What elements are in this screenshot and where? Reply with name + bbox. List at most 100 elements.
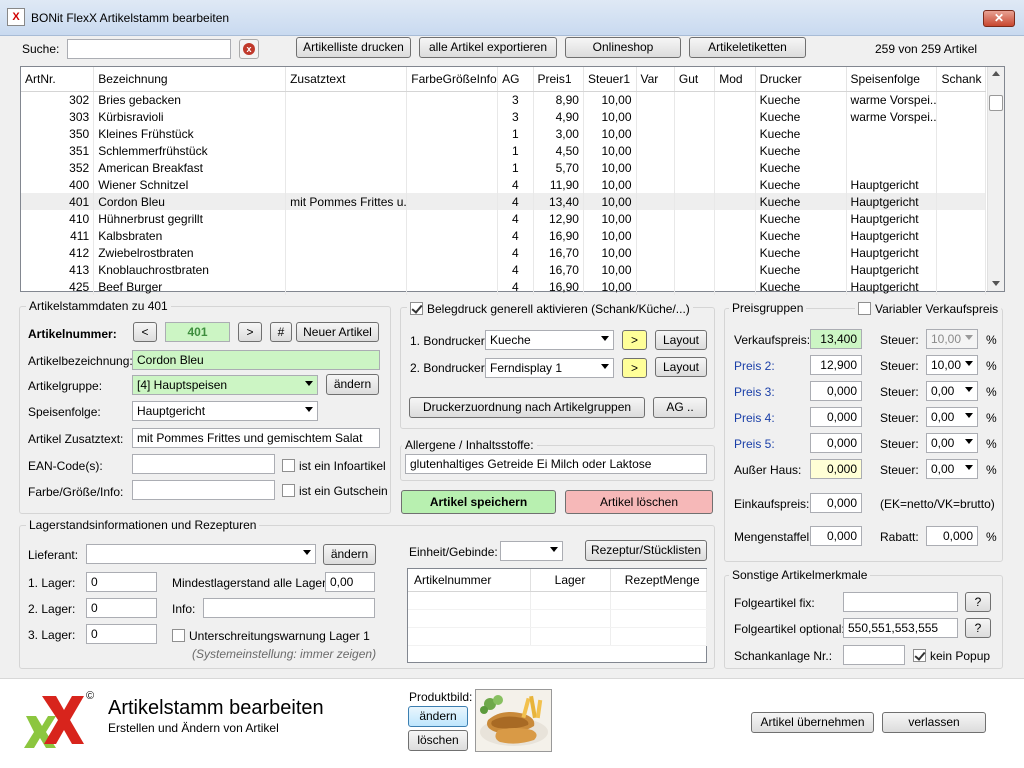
table-cell[interactable]: Kueche (755, 176, 847, 193)
table-cell[interactable]: Hühnerbrust gegrillt (93, 210, 287, 227)
table-cell[interactable] (674, 159, 716, 176)
table-cell[interactable] (674, 278, 716, 295)
table-cell[interactable] (936, 142, 986, 159)
table-cell[interactable]: 10,00 (583, 261, 637, 278)
table-cell[interactable]: Zwiebelrostbraten (93, 244, 287, 261)
table-cell[interactable] (285, 176, 408, 193)
steuer-select-5[interactable]: 0,00 (926, 433, 978, 453)
ek-field[interactable]: 0,000 (810, 493, 862, 513)
table-cell[interactable] (714, 108, 756, 125)
apply-article-button[interactable]: Artikel übernehmen (751, 712, 874, 733)
table-cell[interactable] (406, 159, 499, 176)
table-cell[interactable]: 4 (497, 227, 534, 244)
col-header[interactable]: Zusatztext (285, 67, 408, 92)
scroll-down-icon[interactable] (992, 281, 1000, 286)
table-cell[interactable] (674, 142, 716, 159)
lager2-field[interactable]: 0 (86, 598, 157, 618)
bon1-layout-button[interactable]: Layout (655, 330, 707, 350)
folge-opt-field[interactable]: 550,551,553,555 (843, 618, 958, 638)
table-cell[interactable] (636, 91, 675, 108)
delete-article-button[interactable]: Artikel löschen (565, 490, 713, 514)
table-cell[interactable] (636, 210, 675, 227)
col-header[interactable]: ArtNr. (21, 67, 95, 92)
col-header[interactable]: Var (636, 67, 675, 92)
table-row[interactable]: 302 Bries gebacken 3 8,90 10,00 Kueche warme V… (21, 91, 986, 108)
prev-article-button[interactable]: < (133, 322, 157, 342)
steuer-select-3[interactable]: 0,00 (926, 381, 978, 401)
table-cell[interactable]: Kueche (755, 125, 847, 142)
table-cell[interactable] (674, 125, 716, 142)
table-cell[interactable]: 16,70 (533, 261, 584, 278)
col-header[interactable]: Drucker (755, 67, 847, 92)
col-header[interactable]: AG (497, 67, 534, 92)
table-cell[interactable] (936, 278, 986, 295)
table-cell[interactable] (674, 176, 716, 193)
table-cell[interactable]: mit Pommes Frittes u... (285, 193, 408, 210)
new-article-button[interactable]: Neuer Artikel (296, 322, 379, 342)
ausser-haus-field[interactable]: 0,000 (810, 459, 862, 479)
table-cell[interactable]: 10,00 (583, 108, 637, 125)
table-cell[interactable] (406, 125, 499, 142)
info-article-checkbox[interactable]: ist ein Infoartikel (282, 458, 386, 473)
search-input[interactable] (67, 39, 231, 59)
table-cell[interactable] (714, 91, 756, 108)
col-header[interactable]: FarbeGrößeInfo (406, 67, 499, 92)
table-row[interactable]: 425 Beef Burger 4 16,90 10,00 Kueche Hauptgeri… (21, 278, 986, 295)
table-cell[interactable] (936, 193, 986, 210)
table-cell[interactable]: 16,90 (533, 278, 584, 295)
p3-label[interactable]: Preis 3: (734, 385, 775, 399)
group-select[interactable]: [4] Hauptspeisen (132, 375, 318, 395)
table-cell[interactable]: 410 (21, 210, 95, 227)
table-cell[interactable]: Kueche (755, 278, 847, 295)
mengen-field[interactable]: 0,000 (810, 526, 862, 546)
col-header[interactable]: Mod (714, 67, 756, 92)
table-cell[interactable] (714, 159, 756, 176)
table-cell[interactable] (936, 244, 986, 261)
table-cell[interactable] (636, 142, 675, 159)
variable-price-checkbox[interactable]: Variabler Verkaufspreis (855, 301, 1002, 316)
bon2-layout-button[interactable]: Layout (655, 357, 707, 377)
table-cell[interactable]: 412 (21, 244, 95, 261)
table-cell[interactable] (674, 244, 716, 261)
table-cell[interactable] (406, 91, 499, 108)
table-row[interactable]: 411 Kalbsbraten 4 16,90 10,00 Kueche Hauptgeri… (21, 227, 986, 244)
p5-field[interactable]: 0,000 (810, 433, 862, 453)
checkbox-box[interactable] (172, 629, 185, 643)
table-cell[interactable] (714, 261, 756, 278)
recipe-table[interactable]: Artikelnummer Lager RezeptMenge (407, 568, 707, 663)
checkbox-box[interactable] (282, 459, 295, 473)
table-cell[interactable]: Kueche (755, 210, 847, 227)
table-cell[interactable]: 16,70 (533, 244, 584, 261)
labels-button[interactable]: Artikeletiketten (689, 37, 806, 58)
ean-field[interactable] (132, 454, 275, 474)
p4-field[interactable]: 0,000 (810, 407, 862, 427)
scroll-thumb[interactable] (989, 95, 1003, 111)
table-cell[interactable]: 350 (21, 125, 95, 142)
table-cell[interactable] (846, 142, 938, 159)
table-cell[interactable]: Kueche (755, 261, 847, 278)
table-row[interactable]: 303 Kürbisravioli 3 4,90 10,00 Kueche warme Vo… (21, 108, 986, 125)
table-cell[interactable]: 3,00 (533, 125, 584, 142)
table-cell[interactable]: Kueche (755, 142, 847, 159)
table-cell[interactable] (674, 193, 716, 210)
leave-button[interactable]: verlassen (882, 712, 986, 733)
table-cell[interactable]: 4 (497, 278, 534, 295)
table-cell[interactable] (406, 210, 499, 227)
grid-scrollbar[interactable] (987, 67, 1004, 291)
steuer-select-6[interactable]: 0,00 (926, 459, 978, 479)
checkbox-box[interactable] (282, 484, 295, 498)
clear-search-button[interactable]: x (239, 39, 259, 59)
table-cell[interactable]: Kueche (755, 91, 847, 108)
table-cell[interactable] (674, 261, 716, 278)
table-cell[interactable]: 10,00 (583, 91, 637, 108)
table-cell[interactable]: American Breakfast (93, 159, 287, 176)
table-cell[interactable]: 10,00 (583, 159, 637, 176)
table-cell[interactable]: 3 (497, 108, 534, 125)
table-cell[interactable] (285, 142, 408, 159)
table-cell[interactable]: warme Vorspei... (846, 91, 938, 108)
table-cell[interactable] (285, 227, 408, 244)
table-cell[interactable]: 351 (21, 142, 95, 159)
onlineshop-button[interactable]: Onlineshop (565, 37, 681, 58)
table-cell[interactable] (714, 176, 756, 193)
table-cell[interactable]: 352 (21, 159, 95, 176)
